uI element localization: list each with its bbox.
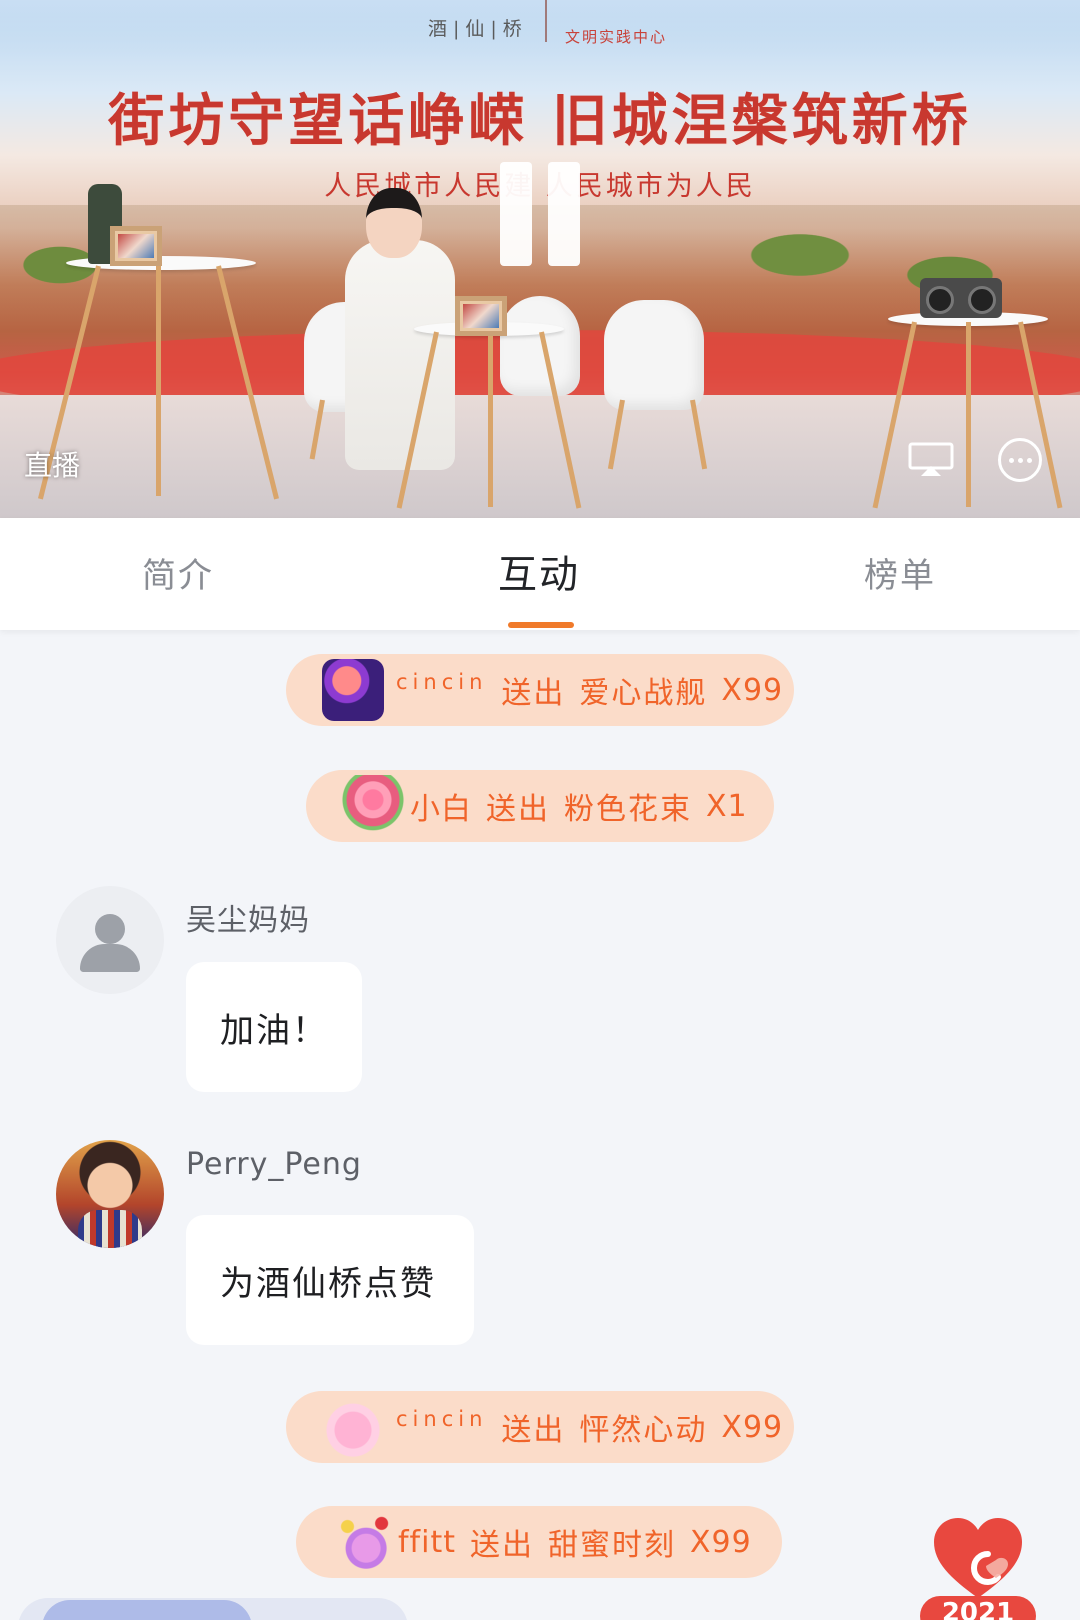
gift-message: ffitt 送出 甜蜜时刻 X99 <box>296 1506 782 1578</box>
pink-bouquet-gift-icon <box>342 775 404 837</box>
gift-message: cincin 送出 爱心战舰 X99 <box>286 654 794 726</box>
host-head <box>366 188 422 258</box>
side-table-left <box>38 256 279 500</box>
active-tab-indicator <box>508 622 574 628</box>
user-avatar[interactable] <box>56 1140 164 1248</box>
comment-username[interactable]: Perry_Peng <box>186 1147 362 1182</box>
comment-input-bar[interactable] <box>18 1598 408 1620</box>
tab-intro[interactable]: 简介 <box>142 548 214 597</box>
side-table-right <box>872 312 1063 512</box>
comment-input-field[interactable] <box>42 1600 252 1620</box>
gift-item: 怦然心动 <box>579 1413 708 1448</box>
retro-radio <box>920 278 1002 318</box>
photo-frame-center <box>455 296 507 336</box>
tab-interaction[interactable]: 互动 <box>498 544 580 600</box>
gift-quantity: X99 <box>689 1524 752 1560</box>
gift-action: 送出 <box>501 1413 566 1448</box>
comment-bubble: 加油！ <box>186 962 362 1092</box>
photo-frame-left <box>110 226 162 266</box>
tab-bar: 简介 互动 榜单 <box>0 518 1080 630</box>
logo-left-text: 酒|仙|桥 <box>428 18 528 40</box>
heart-gift-icon <box>322 1396 384 1458</box>
gift-sender: cincin <box>396 1407 488 1431</box>
like-count: 2021 <box>920 1596 1036 1620</box>
logo-right-text: 文明实践中心 <box>565 28 668 46</box>
gift-quantity: X99 <box>721 672 784 708</box>
gift-item: 粉色花束 <box>564 792 692 827</box>
gift-action: 送出 <box>486 792 550 827</box>
battleship-gift-icon <box>322 659 384 721</box>
logo-divider <box>545 0 547 42</box>
comment-bubble: 为酒仙桥点赞 <box>186 1215 474 1345</box>
gift-sender: cincin <box>396 670 488 694</box>
sweet-moment-gift-icon <box>332 1511 394 1573</box>
gift-message: cincin 送出 怦然心动 X99 <box>286 1391 794 1463</box>
gift-action: 送出 <box>501 676 566 711</box>
tab-ranking[interactable]: 榜单 <box>864 548 936 597</box>
video-player[interactable]: 酒|仙|桥 文明实践中心 街坊守望话峥嵘 旧城涅槃筑新桥 人民城市人民建 人民城… <box>0 0 1080 518</box>
gift-item: 爱心战舰 <box>579 676 708 711</box>
pause-icon-bar[interactable] <box>548 162 580 266</box>
default-avatar-icon[interactable] <box>56 886 164 994</box>
like-heart-icon[interactable] <box>930 1514 1026 1602</box>
banner-title: 街坊守望话峥嵘 旧城涅槃筑新桥 <box>108 88 972 154</box>
gift-sender: 小白 <box>410 792 472 827</box>
screen-cast-icon[interactable] <box>908 442 954 476</box>
gift-message: 小白 送出 粉色花束 X1 <box>306 770 774 842</box>
more-options-icon[interactable] <box>998 438 1042 482</box>
comment-username[interactable]: 吴尘妈妈 <box>186 895 310 939</box>
gift-item: 甜蜜时刻 <box>547 1528 676 1563</box>
center-table <box>396 322 582 512</box>
pause-icon[interactable] <box>500 162 532 266</box>
gift-action: 送出 <box>469 1528 534 1563</box>
banner-subtitle: 人民城市人民建 人民城市为人民 <box>324 171 756 202</box>
chair-right <box>604 300 704 410</box>
live-label: 直播 <box>24 449 81 482</box>
gift-sender: ffitt <box>398 1524 456 1560</box>
banner-logo: 酒|仙|桥 文明实践中心 <box>400 0 680 50</box>
gift-quantity: X99 <box>721 1409 784 1445</box>
gift-quantity: X1 <box>706 788 748 824</box>
